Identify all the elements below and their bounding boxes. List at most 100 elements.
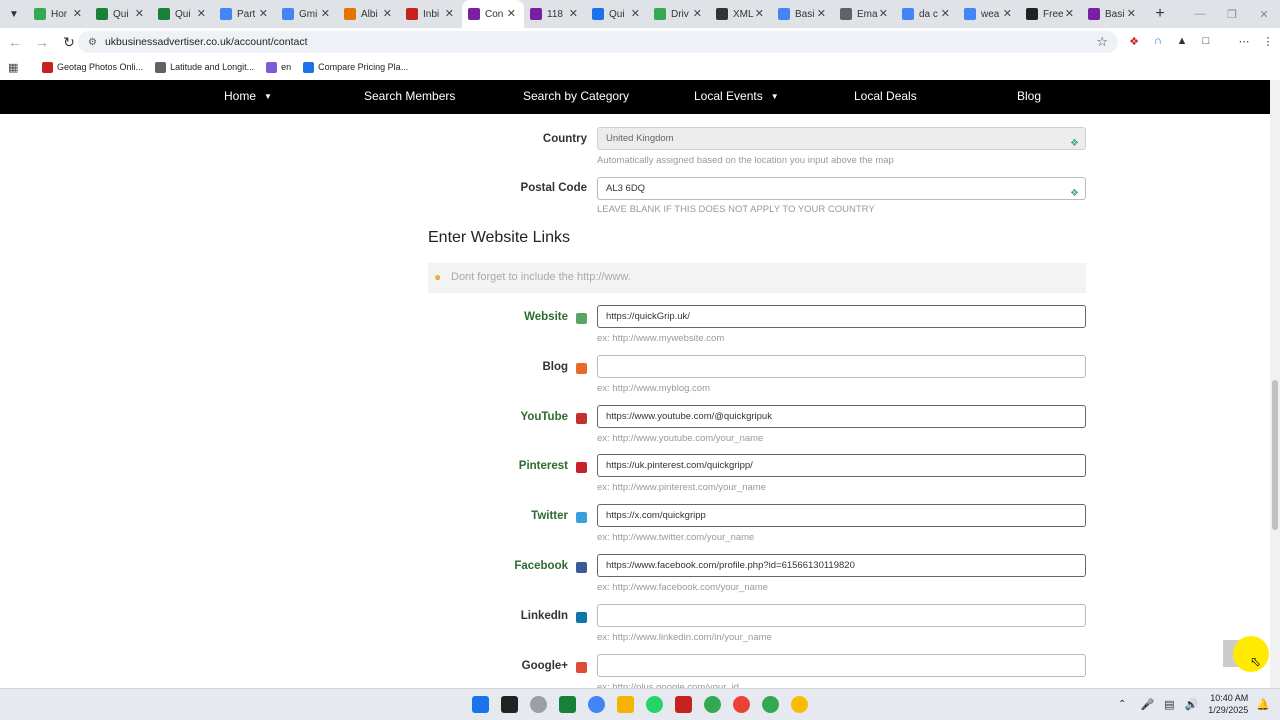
chrome-profile-icon[interactable] <box>704 696 721 713</box>
postal-code-field[interactable]: AL3 6DQ ❖ <box>597 177 1086 200</box>
browser-tab[interactable]: Qui ✕ <box>90 0 152 28</box>
tab-close-icon[interactable]: ✕ <box>507 7 516 20</box>
terminal-app-icon[interactable] <box>501 696 518 713</box>
browser-tab[interactable]: Inbi ✕ <box>400 0 462 28</box>
youtube-url-input[interactable]: https://www.youtube.com/@quickgripuk <box>597 405 1086 428</box>
tab-close-icon[interactable]: ✕ <box>321 7 330 20</box>
browser-tab[interactable]: da c ✕ <box>896 0 958 28</box>
google-url-input[interactable] <box>597 654 1086 677</box>
browser-tab-strip: ▼ Hor ✕ Qui ✕ Qui ✕ Part ✕ Gmi ✕ Albi ✕ Inbi ✕ Con ✕ 118… <box>0 0 1280 28</box>
nav-home[interactable]: Home ▼ <box>224 89 272 103</box>
profile-icon[interactable]: ⋯ <box>1236 32 1252 50</box>
notification-bell-icon[interactable]: 🔔 <box>1256 698 1270 711</box>
bookmark-item[interactable]: en <box>266 61 291 73</box>
tab-close-icon[interactable]: ✕ <box>569 7 578 20</box>
nav-search-by-category[interactable]: Search by Category <box>523 89 629 103</box>
browser-tab[interactable]: XML ✕ <box>710 0 772 28</box>
chrome-profile-icon[interactable] <box>733 696 750 713</box>
scrollbar-thumb[interactable] <box>1272 380 1278 530</box>
bookmark-star-icon[interactable]: ☆ <box>1096 34 1108 50</box>
extensions-icon[interactable]: □ <box>1198 32 1214 50</box>
chrome-menu-icon[interactable]: ⋮ <box>1260 32 1276 50</box>
browser-tab[interactable]: Basi ✕ <box>1082 0 1144 28</box>
blog-url-input[interactable] <box>597 355 1086 378</box>
microphone-icon[interactable]: 🎤 <box>1140 698 1154 711</box>
tab-close-icon[interactable]: ✕ <box>941 7 950 20</box>
nav-local-events[interactable]: Local Events ▼ <box>694 89 779 103</box>
browser-tab[interactable]: 118 ✕ <box>524 0 586 28</box>
browser-tab[interactable]: wea ✕ <box>958 0 1020 28</box>
clock-app-icon[interactable] <box>530 696 547 713</box>
nav-local-deals[interactable]: Local Deals <box>854 89 917 103</box>
browser-tab[interactable]: Driv ✕ <box>648 0 710 28</box>
facebook-url-input[interactable]: https://www.facebook.com/profile.php?id=… <box>597 554 1086 577</box>
nav-blog[interactable]: Blog <box>1017 89 1041 103</box>
browser-tab[interactable]: Qui ✕ <box>152 0 214 28</box>
address-bar[interactable]: ⚙ ukbusinessadvertiser.co.uk/account/con… <box>78 31 1118 53</box>
tab-close-icon[interactable]: ✕ <box>1003 7 1012 20</box>
restore-icon[interactable]: ❐ <box>1216 0 1248 28</box>
browser-tab[interactable]: Ema ✕ <box>834 0 896 28</box>
tab-close-icon[interactable]: ✕ <box>259 7 268 20</box>
extension-stamp-icon[interactable]: ▲ <box>1174 32 1190 50</box>
page-scrollbar[interactable] <box>1270 80 1280 688</box>
browser-tab[interactable]: Qui ✕ <box>586 0 648 28</box>
minimize-icon[interactable]: — <box>1184 0 1216 28</box>
tab-close-icon[interactable]: ✕ <box>879 7 888 20</box>
tab-close-icon[interactable]: ✕ <box>1127 7 1136 20</box>
spreadsheet-app-icon[interactable] <box>559 696 576 713</box>
bookmark-item[interactable]: Geotag Photos Onli... <box>42 61 143 73</box>
twitter-url-input[interactable]: https://x.com/quickgripp <box>597 504 1086 527</box>
tab-close-icon[interactable]: ✕ <box>631 7 640 20</box>
bookmark-item[interactable]: Compare Pricing Pla... <box>303 61 408 73</box>
tab-close-icon[interactable]: ✕ <box>383 7 392 20</box>
tab-favicon-icon <box>468 8 480 20</box>
tab-list: Hor ✕ Qui ✕ Qui ✕ Part ✕ Gmi ✕ Albi ✕ Inbi ✕ Con ✕ 118 ✕ Q… <box>28 0 1144 28</box>
clock[interactable]: 10:40 AM 1/29/2025 <box>1208 692 1248 716</box>
tab-close-icon[interactable]: ✕ <box>73 7 82 20</box>
browser-tab[interactable]: Free ✕ <box>1020 0 1082 28</box>
website-url-input[interactable]: https://quickGrip.uk/ <box>597 305 1086 328</box>
whatsapp-icon[interactable] <box>646 696 663 713</box>
extension-arc-icon[interactable]: ∩ <box>1150 32 1166 50</box>
new-tab-button[interactable]: + <box>1146 0 1174 28</box>
back-arrow-icon[interactable]: ← <box>3 30 27 54</box>
youtube-url-value: https://www.youtube.com/@quickgripuk <box>606 411 772 422</box>
tab-close-icon[interactable]: ✕ <box>693 7 702 20</box>
chrome-profile-icon[interactable] <box>791 696 808 713</box>
browser-tab[interactable]: Part ✕ <box>214 0 276 28</box>
tab-search-chevron-icon[interactable]: ▼ <box>0 0 28 28</box>
tab-favicon-icon <box>654 8 666 20</box>
tab-close-icon[interactable]: ✕ <box>755 7 764 20</box>
tab-title: 118 <box>547 8 563 20</box>
file-explorer-icon[interactable] <box>617 696 634 713</box>
nav-search-members[interactable]: Search Members <box>364 89 455 103</box>
tab-close-icon[interactable]: ✕ <box>817 7 826 20</box>
pinterest-url-input[interactable]: https://uk.pinterest.com/quickgripp/ <box>597 454 1086 477</box>
chrome-app-icon[interactable] <box>588 696 605 713</box>
browser-tab[interactable]: Gmi ✕ <box>276 0 338 28</box>
apps-grid-icon[interactable]: ▦ <box>8 61 30 74</box>
tab-close-icon[interactable]: ✕ <box>1065 7 1074 20</box>
hidden-icons-chevron-icon[interactable]: ⌃ <box>1118 699 1126 710</box>
forward-arrow-icon[interactable]: → <box>30 30 54 54</box>
close-window-icon[interactable]: ✕ <box>1248 0 1280 28</box>
bookmark-item[interactable]: Latitude and Longit... <box>155 61 254 73</box>
photo-app-icon[interactable] <box>675 696 692 713</box>
browser-tab[interactable]: Basi ✕ <box>772 0 834 28</box>
start-windows-icon[interactable] <box>472 696 489 713</box>
tab-close-icon[interactable]: ✕ <box>445 7 454 20</box>
extension-puzzle-color-icon[interactable]: ❖ <box>1126 32 1142 50</box>
browser-tab[interactable]: Albi ✕ <box>338 0 400 28</box>
linkedin-url-input[interactable] <box>597 604 1086 627</box>
tab-favicon-icon <box>406 8 418 20</box>
chrome-profile-icon[interactable] <box>762 696 779 713</box>
tab-close-icon[interactable]: ✕ <box>135 7 144 20</box>
browser-tab[interactable]: Hor ✕ <box>28 0 90 28</box>
site-info-icon[interactable]: ⚙ <box>88 37 97 48</box>
network-icon[interactable]: ▤ <box>1164 698 1174 711</box>
volume-icon[interactable]: 🔊 <box>1185 698 1199 711</box>
browser-tab[interactable]: Con ✕ <box>462 0 524 28</box>
tab-favicon-icon <box>530 8 542 20</box>
tab-close-icon[interactable]: ✕ <box>197 7 206 20</box>
